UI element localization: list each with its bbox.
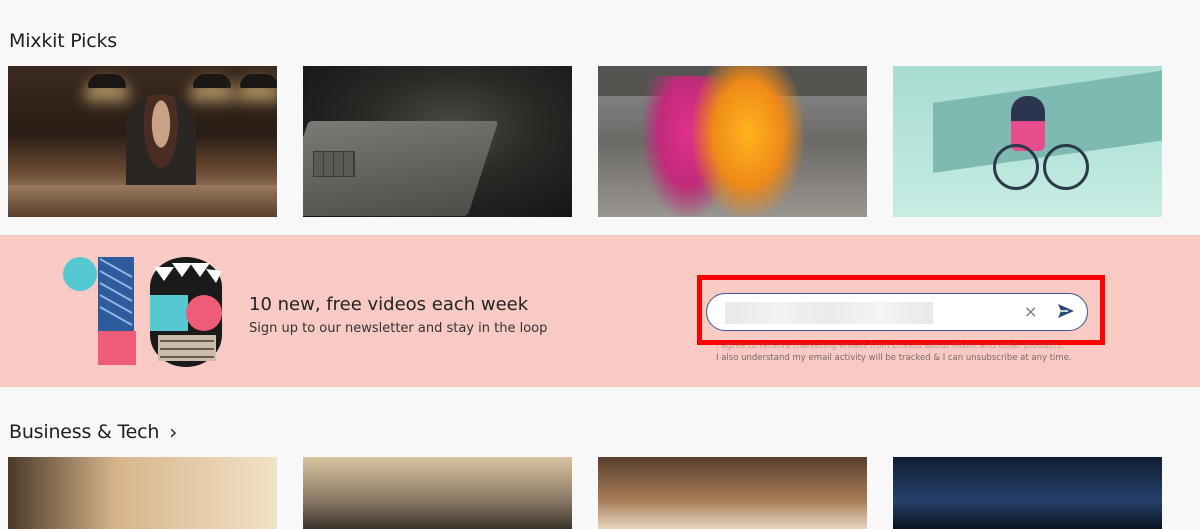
- newsletter-subtitle: Sign up to our newsletter and stay in th…: [249, 321, 548, 336]
- video-thumbnail-desk-plant[interactable]: [8, 457, 277, 529]
- email-field-container: ×: [706, 293, 1088, 331]
- consent-text-line-1: I agree to receive marketing emails from…: [716, 341, 1064, 351]
- video-thumbnail-color-smoke[interactable]: [598, 66, 867, 217]
- newsletter-banner: 10 new, free videos each week Sign up to…: [0, 235, 1200, 387]
- section-title-label: Business & Tech: [9, 421, 160, 443]
- send-arrow-icon[interactable]: [1057, 303, 1075, 323]
- video-thumbnail-bicycle-animation[interactable]: [893, 66, 1162, 217]
- business-tech-row: [8, 457, 1162, 529]
- section-title-label: Mixkit Picks: [9, 30, 117, 52]
- video-thumbnail-cafe[interactable]: [8, 66, 277, 217]
- video-thumbnail-city-window[interactable]: [303, 457, 572, 529]
- close-icon[interactable]: ×: [1024, 302, 1037, 322]
- consent-text-line-2: I also understand my email activity will…: [716, 353, 1072, 363]
- section-title-mixkit-picks: Mixkit Picks: [9, 30, 117, 52]
- section-title-business-tech[interactable]: Business & Tech ›: [9, 421, 177, 443]
- chevron-right-icon: ›: [169, 420, 178, 444]
- mixkit-picks-row: [8, 66, 1162, 217]
- ten-logo-graphic: [63, 257, 222, 367]
- video-thumbnail-restaurant[interactable]: [598, 457, 867, 529]
- video-thumbnail-laptop[interactable]: [303, 66, 572, 217]
- email-field[interactable]: [723, 298, 1017, 328]
- video-thumbnail-night-laptop[interactable]: [893, 457, 1162, 529]
- newsletter-title: 10 new, free videos each week: [249, 294, 529, 315]
